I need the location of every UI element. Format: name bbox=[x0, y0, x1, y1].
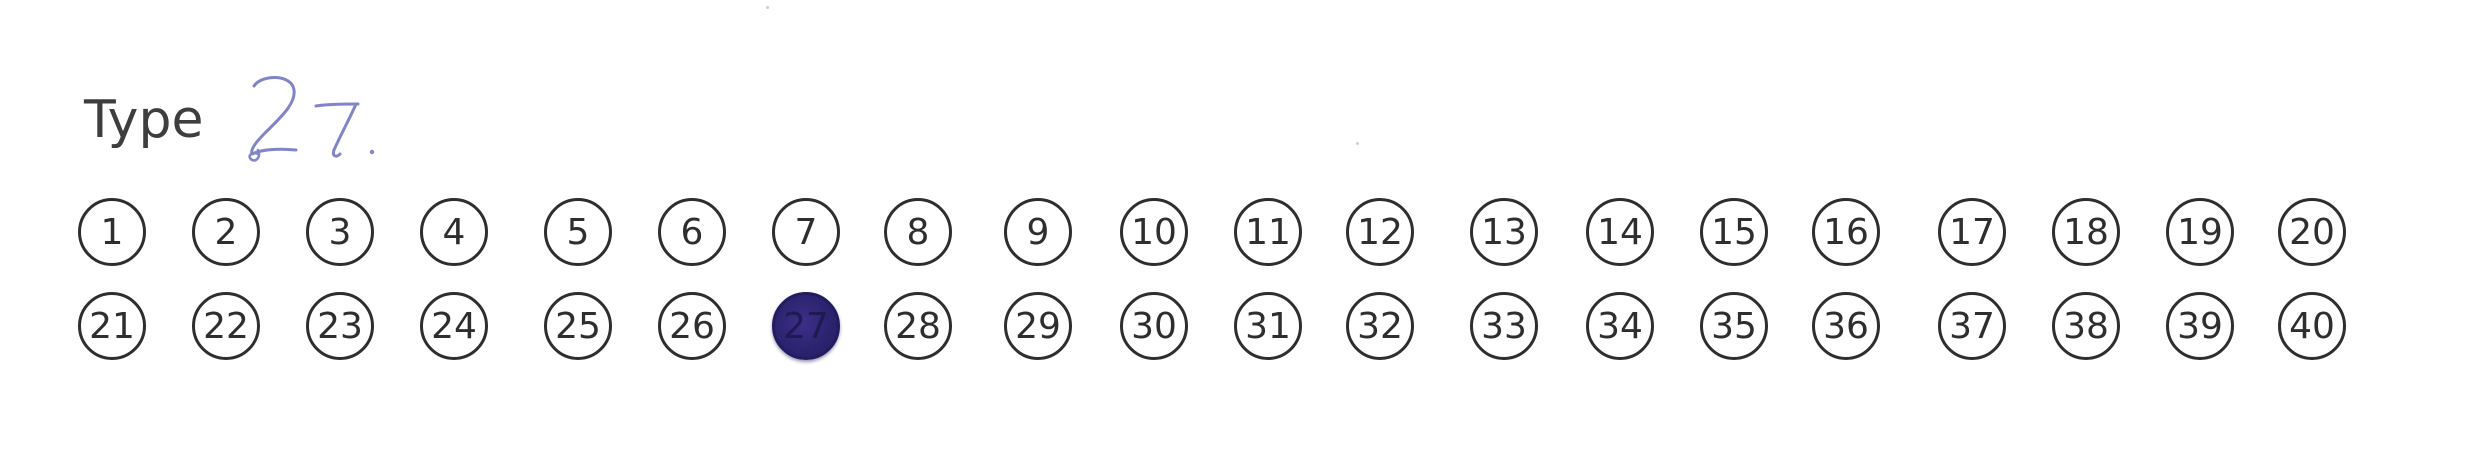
bubble-9[interactable]: 9 bbox=[1004, 198, 1072, 266]
bubble-6[interactable]: 6 bbox=[658, 198, 726, 266]
bubble-38[interactable]: 38 bbox=[2052, 292, 2120, 360]
bubble-16[interactable]: 16 bbox=[1812, 198, 1880, 266]
answer-sheet-form: Type 1 2 3 4 5 6 7 8 9 10 11 12 13 14 15… bbox=[0, 0, 2480, 457]
bubble-22[interactable]: 22 bbox=[192, 292, 260, 360]
bubble-4[interactable]: 4 bbox=[420, 198, 488, 266]
bubble-21[interactable]: 21 bbox=[78, 292, 146, 360]
bubble-27[interactable]: 27 bbox=[772, 292, 840, 360]
bubble-34[interactable]: 34 bbox=[1586, 292, 1654, 360]
bubble-24[interactable]: 24 bbox=[420, 292, 488, 360]
type-label: Type bbox=[84, 90, 204, 150]
bubble-36[interactable]: 36 bbox=[1812, 292, 1880, 360]
paper-speck bbox=[1356, 142, 1359, 145]
bubble-40[interactable]: 40 bbox=[2278, 292, 2346, 360]
bubble-14[interactable]: 14 bbox=[1586, 198, 1654, 266]
bubble-25[interactable]: 25 bbox=[544, 292, 612, 360]
bubble-30[interactable]: 30 bbox=[1120, 292, 1188, 360]
bubble-12[interactable]: 12 bbox=[1346, 198, 1414, 266]
bubble-39[interactable]: 39 bbox=[2166, 292, 2234, 360]
bubble-8[interactable]: 8 bbox=[884, 198, 952, 266]
bubble-33[interactable]: 33 bbox=[1470, 292, 1538, 360]
bubble-row-1: 1 2 3 4 5 6 7 8 9 10 11 12 13 14 15 16 1… bbox=[0, 198, 2480, 270]
bubble-3[interactable]: 3 bbox=[306, 198, 374, 266]
bubble-10[interactable]: 10 bbox=[1120, 198, 1188, 266]
bubble-5[interactable]: 5 bbox=[544, 198, 612, 266]
paper-speck bbox=[766, 6, 769, 9]
bubble-32[interactable]: 32 bbox=[1346, 292, 1414, 360]
bubble-35[interactable]: 35 bbox=[1700, 292, 1768, 360]
bubble-15[interactable]: 15 bbox=[1700, 198, 1768, 266]
bubble-18[interactable]: 18 bbox=[2052, 198, 2120, 266]
bubble-7[interactable]: 7 bbox=[772, 198, 840, 266]
bubble-11[interactable]: 11 bbox=[1234, 198, 1302, 266]
bubble-29[interactable]: 29 bbox=[1004, 292, 1072, 360]
bubble-31[interactable]: 31 bbox=[1234, 292, 1302, 360]
bubble-28[interactable]: 28 bbox=[884, 292, 952, 360]
bubble-17[interactable]: 17 bbox=[1938, 198, 2006, 266]
bubble-1[interactable]: 1 bbox=[78, 198, 146, 266]
bubble-13[interactable]: 13 bbox=[1470, 198, 1538, 266]
bubble-20[interactable]: 20 bbox=[2278, 198, 2346, 266]
bubble-19[interactable]: 19 bbox=[2166, 198, 2234, 266]
bubble-2[interactable]: 2 bbox=[192, 198, 260, 266]
bubble-23[interactable]: 23 bbox=[306, 292, 374, 360]
bubble-37[interactable]: 37 bbox=[1938, 292, 2006, 360]
bubble-row-2: 21 22 23 24 25 26 27 28 29 30 31 32 33 3… bbox=[0, 292, 2480, 364]
handwritten-answer bbox=[248, 76, 375, 162]
bubble-26[interactable]: 26 bbox=[658, 292, 726, 360]
